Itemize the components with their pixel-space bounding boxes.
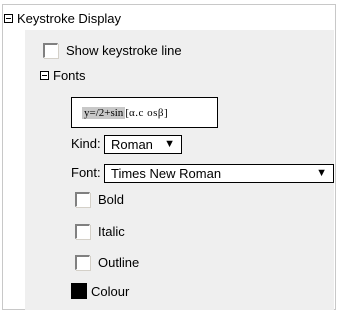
colour-swatch[interactable] bbox=[71, 283, 87, 299]
italic-label: Italic bbox=[98, 224, 125, 239]
fonts-header[interactable]: Fonts bbox=[40, 68, 86, 83]
section-header[interactable]: Keystroke Display bbox=[4, 11, 121, 26]
kind-select[interactable]: Roman ▼ bbox=[104, 135, 182, 154]
font-preview: y=/2+sin [ α.c osβ ] bbox=[71, 97, 218, 128]
font-label: Font: bbox=[71, 165, 101, 180]
bold-checkbox[interactable] bbox=[75, 192, 90, 207]
section-title: Keystroke Display bbox=[17, 11, 122, 26]
font-select[interactable]: Times New Roman ▼ bbox=[104, 164, 334, 183]
outline-label: Outline bbox=[98, 255, 140, 270]
colour-label: Colour bbox=[91, 283, 130, 299]
bold-label: Bold bbox=[98, 192, 125, 207]
bold-option[interactable]: Bold bbox=[75, 192, 124, 207]
kind-row: Kind: bbox=[71, 136, 101, 151]
font-value: Times New Roman bbox=[111, 166, 222, 181]
kind-value: Roman bbox=[111, 137, 153, 152]
show-keystroke-line-option[interactable]: Show keystroke line bbox=[43, 43, 182, 58]
outline-option[interactable]: Outline bbox=[75, 255, 139, 270]
preview-selected-text: y=/2+sin bbox=[82, 106, 126, 119]
preview-bracket-close: ] bbox=[164, 106, 168, 119]
outline-checkbox[interactable] bbox=[75, 255, 90, 270]
fonts-collapse-icon[interactable] bbox=[40, 71, 49, 80]
show-keystroke-line-label: Show keystroke line bbox=[66, 43, 182, 58]
fonts-title: Fonts bbox=[53, 68, 86, 83]
kind-label: Kind: bbox=[71, 136, 101, 151]
dropdown-arrow-icon: ▼ bbox=[316, 167, 327, 179]
font-row: Font: bbox=[71, 165, 101, 180]
show-keystroke-line-checkbox[interactable] bbox=[43, 43, 58, 58]
colour-option[interactable]: Colour bbox=[71, 283, 129, 299]
italic-option[interactable]: Italic bbox=[75, 224, 125, 239]
italic-checkbox[interactable] bbox=[75, 224, 90, 239]
preview-text: α.c osβ bbox=[128, 106, 165, 119]
dropdown-arrow-icon: ▼ bbox=[164, 138, 175, 150]
collapse-icon[interactable] bbox=[4, 14, 13, 23]
